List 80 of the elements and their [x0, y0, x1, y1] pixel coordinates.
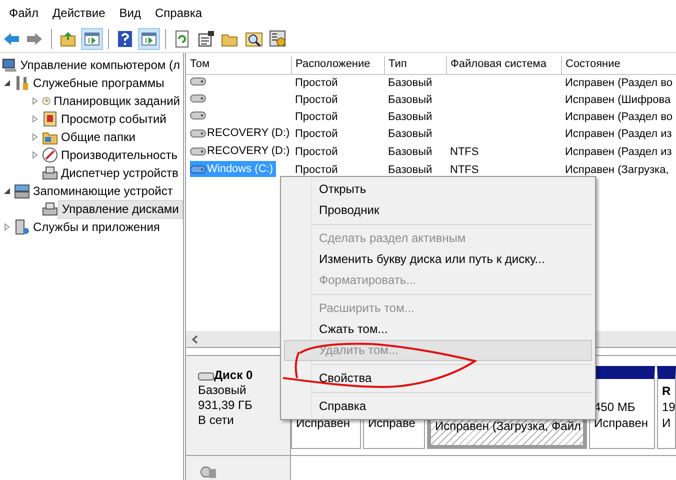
column-header[interactable]: Расположение — [291, 56, 384, 74]
menu-item[interactable]: Сжать том... — [284, 319, 592, 340]
disk-info: 931,39 ГБ — [198, 398, 254, 413]
column-header[interactable]: Тип — [384, 56, 446, 74]
table-cell: Исправен (Загрузка, — [565, 164, 669, 176]
log-icon — [42, 111, 58, 127]
pane-button[interactable] — [138, 28, 160, 50]
menu-item[interactable]: Проводник — [284, 200, 592, 221]
menu-item[interactable]: Открыть — [284, 179, 592, 200]
disk-info: В сети — [198, 413, 235, 428]
partition-text: 19 — [662, 400, 675, 414]
menu-item[interactable]: Справка — [284, 396, 592, 417]
table-cell[interactable]: RECOVERY (D:) — [190, 125, 293, 141]
menu-item[interactable]: Свойства — [284, 368, 592, 389]
tree-item[interactable]: Планировщик заданий — [50, 92, 183, 110]
menu-item[interactable]: Справка — [148, 4, 210, 22]
table-cell: Исправен (Раздел из — [565, 146, 672, 158]
table-cell: Простой — [295, 110, 338, 122]
partition-text: И — [662, 416, 671, 430]
pane-button[interactable] — [81, 28, 103, 50]
tree-item[interactable]: Диспетчер устройств — [58, 164, 182, 182]
table-cell[interactable] — [190, 76, 209, 86]
table-cell: Исправен (Раздел во — [565, 76, 672, 89]
table-cell: Исправен (Раздел из — [565, 128, 672, 140]
disk-name: Диск 0 — [214, 368, 253, 383]
tree-item[interactable]: Просмотр событий — [58, 110, 170, 128]
menu-item[interactable]: Файл — [2, 4, 46, 22]
partition-text: Исправен — [594, 416, 648, 430]
table-cell[interactable] — [190, 110, 209, 120]
table-cell: Базовый — [388, 76, 432, 89]
table-cell: Базовый — [388, 128, 432, 140]
column-header[interactable]: Файловая система — [446, 56, 561, 74]
tree-item[interactable]: Управление компьютером (л — [17, 56, 183, 74]
disk-info: Базовый — [198, 383, 248, 398]
table-cell: Базовый — [388, 110, 432, 122]
gauge-icon — [42, 147, 58, 163]
column-header[interactable]: Том — [186, 56, 291, 74]
partition-text: R — [662, 384, 671, 398]
menu-item[interactable]: Вид — [112, 4, 148, 22]
table-cell: Исправен (Раздел во — [565, 110, 672, 122]
table-cell: Базовый — [388, 146, 432, 158]
table-cell: Простой — [295, 94, 338, 106]
storage-icon — [14, 183, 30, 199]
expand-arrow-icon[interactable] — [3, 223, 11, 231]
computer-icon — [2, 57, 18, 73]
tools-icon — [14, 75, 30, 91]
table-cell[interactable]: RECOVERY (D:) — [190, 143, 293, 159]
expand-arrow-icon[interactable] — [31, 133, 39, 141]
table-cell: Базовый — [388, 94, 432, 106]
menu-item[interactable]: Действие — [46, 4, 112, 22]
tree-item[interactable]: Служебные программы — [30, 74, 168, 92]
services-icon — [14, 219, 30, 235]
partition-text: Исправе — [368, 416, 416, 430]
collapse-arrow-icon[interactable] — [3, 187, 11, 195]
table-cell: NTFS — [450, 164, 479, 176]
scroll-left-icon[interactable] — [192, 334, 198, 344]
tree-item[interactable]: Общие папки — [58, 128, 138, 146]
expand-arrow-icon[interactable] — [31, 115, 39, 123]
device-icon — [42, 201, 58, 217]
partition-text: Исправен (Загрузка, Файл — [435, 419, 582, 433]
partition[interactable]: R 19 И — [657, 366, 676, 449]
menu-item[interactable]: Изменить букву диска или путь к диску... — [284, 249, 592, 270]
tree-item[interactable]: Производительность — [58, 146, 180, 164]
column-header[interactable]: Состояние — [561, 56, 676, 74]
partition-text: Исправен — [296, 416, 350, 430]
table-cell: Простой — [295, 128, 338, 140]
tree-item[interactable]: Службы и приложения — [30, 218, 163, 236]
table-cell: Базовый — [388, 164, 432, 176]
device-icon — [42, 165, 58, 181]
table-cell[interactable] — [190, 92, 209, 102]
table-cell: Исправен (Шифрова — [565, 94, 671, 106]
table-cell: Простой — [295, 76, 338, 89]
tree-item[interactable]: Запоминающие устройст — [30, 182, 176, 200]
tree-item[interactable]: Управление дисками — [58, 200, 183, 218]
expand-arrow-icon[interactable] — [31, 151, 39, 159]
expand-arrow-icon[interactable] — [31, 97, 39, 105]
table-cell: NTFS — [450, 146, 479, 158]
table-cell: Простой — [295, 146, 338, 158]
table-cell: Простой — [295, 164, 338, 176]
collapse-arrow-icon[interactable] — [3, 79, 11, 87]
